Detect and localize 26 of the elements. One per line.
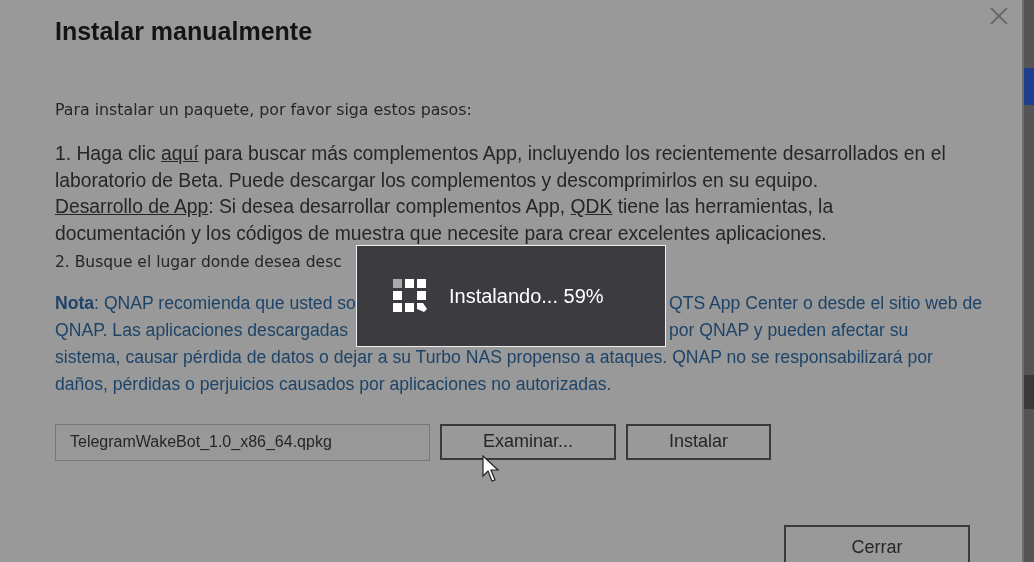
note-text: sistema, causar pérdida de datos o dejar a su Turbo NAS propenso a ataques. QNAP no se responsabilizará por xyxy=(55,346,933,367)
note-text: por QNAP y pueden afectar su xyxy=(669,318,909,342)
close-button[interactable]: Cerrar xyxy=(784,525,970,562)
text-link[interactable]: Desarrollo de App xyxy=(55,196,209,217)
step-text: 2. Busque el lugar donde desea desc xyxy=(55,253,342,271)
file-path-field[interactable]: TelegramWakeBot_1.0_x86_64.qpkg xyxy=(55,423,430,461)
browse-button[interactable]: Examinar... xyxy=(440,423,616,460)
text-link[interactable]: QDK xyxy=(570,196,613,217)
side-tab[interactable] xyxy=(1023,375,1034,409)
progress-text: Instalando... 59% xyxy=(449,284,604,308)
step-text: 1. Haga clic aquí para buscar más complementos App, incluyendo los recientemente desarrollados en el xyxy=(55,142,947,166)
loading-icon xyxy=(393,279,427,313)
note-text: QNAP. Las aplicaciones descargadas xyxy=(55,319,349,340)
intro-text: Para instalar un paquete, por favor siga estos pasos: xyxy=(55,100,473,120)
close-icon[interactable] xyxy=(987,5,1010,27)
cursor-icon xyxy=(482,455,502,483)
note-text: QTS App Center o desde el sitio web de xyxy=(669,291,982,315)
note-text: daños, pérdidas o perjuicios causados por aplicaciones no autorizadas. xyxy=(55,373,612,394)
install-button[interactable]: Instalar xyxy=(626,423,771,460)
step-text: Desarrollo de App: Si desea desarrollar complementos App, QDK tiene las herramientas, la xyxy=(55,195,835,219)
dialog-title: Instalar manualmente xyxy=(55,16,314,47)
step-text: laboratorio de Beta. Puede descargar los complementos y descomprimirlos en su equipo. xyxy=(55,168,820,193)
note-text: Nota: QNAP recomienda que usted so xyxy=(55,292,356,313)
step-text: documentación y los códigos de muestra que necesite para crear excelentes aplicaciones. xyxy=(55,221,828,246)
text-link[interactable]: aquí xyxy=(161,143,199,164)
side-tab[interactable] xyxy=(1023,68,1034,105)
